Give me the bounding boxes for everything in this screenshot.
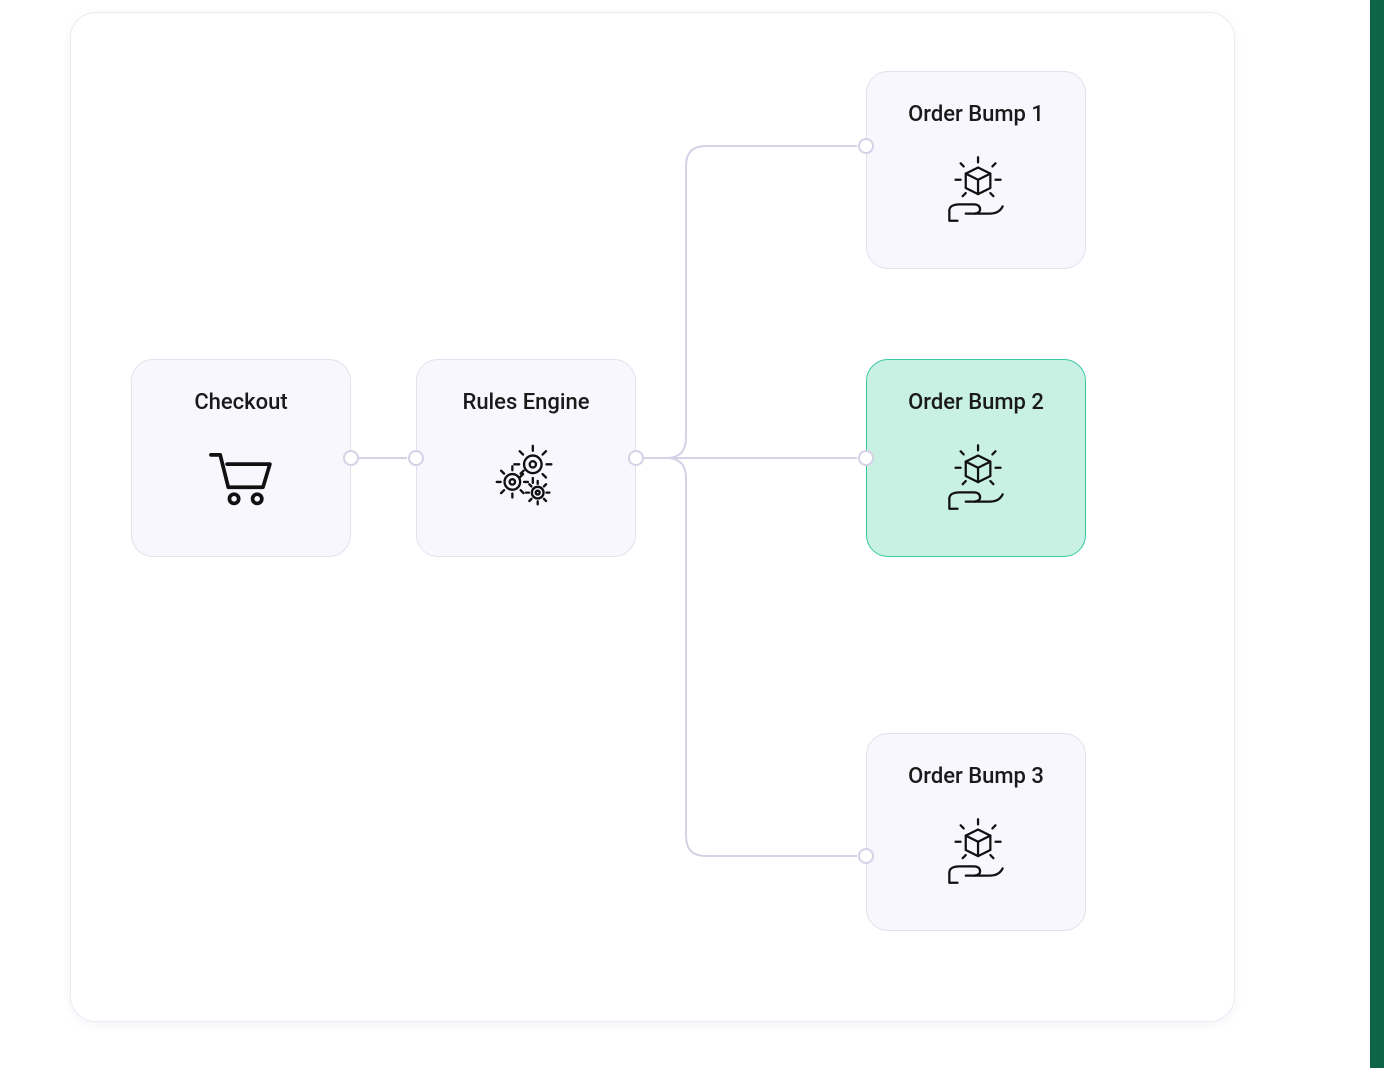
node-order-bump-2[interactable]: Order Bump 2: [866, 359, 1086, 557]
node-bump3-title: Order Bump 3: [908, 764, 1044, 789]
port-out-checkout: [343, 450, 359, 466]
node-checkout-title: Checkout: [194, 390, 287, 415]
node-order-bump-3[interactable]: Order Bump 3: [866, 733, 1086, 931]
node-checkout[interactable]: Checkout: [131, 359, 351, 557]
diagram-canvas: Checkout Rules Engine: [70, 12, 1235, 1022]
node-rules-engine[interactable]: Rules Engine: [416, 359, 636, 557]
node-bump1-title: Order Bump 1: [908, 102, 1044, 127]
port-in-bump3: [858, 848, 874, 864]
port-in-bump1: [858, 138, 874, 154]
cart-icon: [196, 433, 286, 523]
node-order-bump-1[interactable]: Order Bump 1: [866, 71, 1086, 269]
hand-box-icon: [931, 145, 1021, 235]
node-bump2-title: Order Bump 2: [908, 390, 1044, 415]
port-in-rules: [408, 450, 424, 466]
page-right-stripe: [1370, 0, 1384, 1068]
hand-box-icon: [931, 807, 1021, 897]
port-out-rules: [628, 450, 644, 466]
node-rules-title: Rules Engine: [462, 390, 589, 415]
hand-box-icon: [931, 433, 1021, 523]
gears-icon: [481, 433, 571, 523]
port-in-bump2: [858, 450, 874, 466]
